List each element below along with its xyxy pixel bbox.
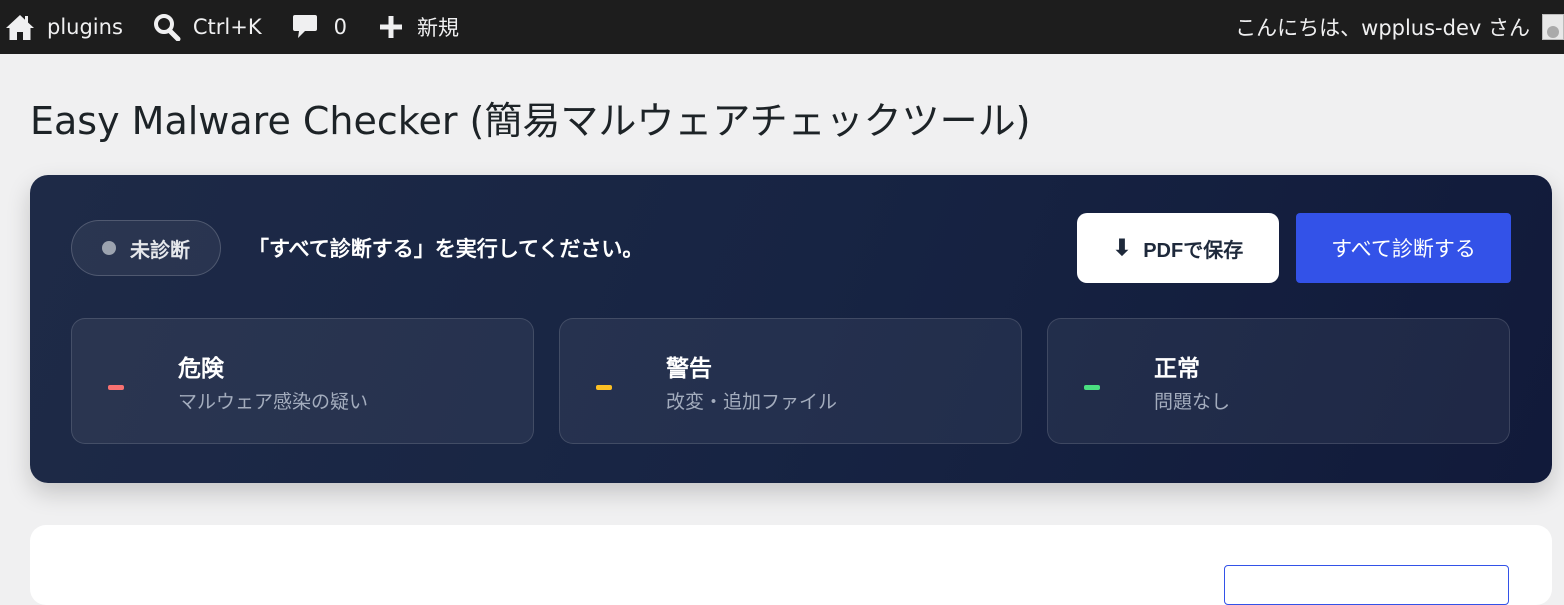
comment-icon: [292, 15, 317, 38]
search-shortcut[interactable]: Ctrl+K: [193, 15, 262, 39]
plus-icon: [380, 16, 402, 38]
status-badge: 未診断: [71, 220, 221, 276]
stat-desc-warning: 改変・追加ファイル: [666, 391, 838, 413]
site-name-link[interactable]: plugins: [47, 15, 123, 39]
admin-bar: plugins Ctrl+K 0 新規 こんにちは、wpplus-dev さん: [0, 0, 1564, 54]
greeting-text[interactable]: こんにちは、wpplus-dev さん: [1235, 12, 1530, 42]
warning-dash-icon: [596, 385, 612, 390]
stat-card-ok: 正常 問題なし: [1047, 318, 1510, 444]
admin-bar-home[interactable]: plugins: [5, 0, 123, 54]
scan-all-button[interactable]: すべて診断する: [1296, 213, 1511, 283]
new-content-label[interactable]: 新規: [417, 12, 459, 42]
stat-title-danger: 危険: [178, 356, 224, 382]
admin-bar-account[interactable]: こんにちは、wpplus-dev さん: [1235, 0, 1564, 54]
stat-desc-ok: 問題なし: [1154, 391, 1231, 413]
avatar[interactable]: [1542, 14, 1564, 40]
status-label: 未診断: [130, 237, 190, 262]
comments-count[interactable]: 0: [334, 15, 347, 39]
stat-title-warning: 警告: [666, 356, 712, 382]
stat-card-warning: 警告 改変・追加ファイル: [559, 318, 1022, 444]
admin-bar-comments[interactable]: 0: [292, 0, 347, 54]
admin-bar-search[interactable]: Ctrl+K: [153, 0, 262, 54]
stat-desc-danger: マルウェア感染の疑い: [178, 391, 369, 413]
admin-bar-new[interactable]: 新規: [379, 0, 459, 54]
avatar-head-icon: [1547, 26, 1559, 38]
save-pdf-button[interactable]: ⬇ PDFで保存: [1077, 213, 1279, 283]
results-action-button[interactable]: [1224, 565, 1509, 605]
stat-title-ok: 正常: [1154, 356, 1200, 382]
stat-card-danger: 危険 マルウェア感染の疑い: [71, 318, 534, 444]
results-card: [30, 525, 1552, 605]
status-message: 「すべて診断する」を実行してください。: [248, 237, 644, 261]
status-panel: 未診断 「すべて診断する」を実行してください。 ⬇ PDFで保存 すべて診断する…: [30, 175, 1552, 483]
ok-dash-icon: [1084, 385, 1100, 390]
page-title: Easy Malware Checker (簡易マルウェアチェックツール): [30, 99, 1031, 143]
danger-dash-icon: [108, 385, 124, 390]
status-dot-icon: [102, 241, 116, 255]
save-pdf-label: PDFで保存: [1143, 239, 1244, 262]
download-icon: ⬇: [1112, 235, 1132, 260]
home-icon: [6, 15, 34, 40]
search-icon: [153, 14, 181, 41]
scan-all-label: すべて診断する: [1331, 238, 1476, 261]
